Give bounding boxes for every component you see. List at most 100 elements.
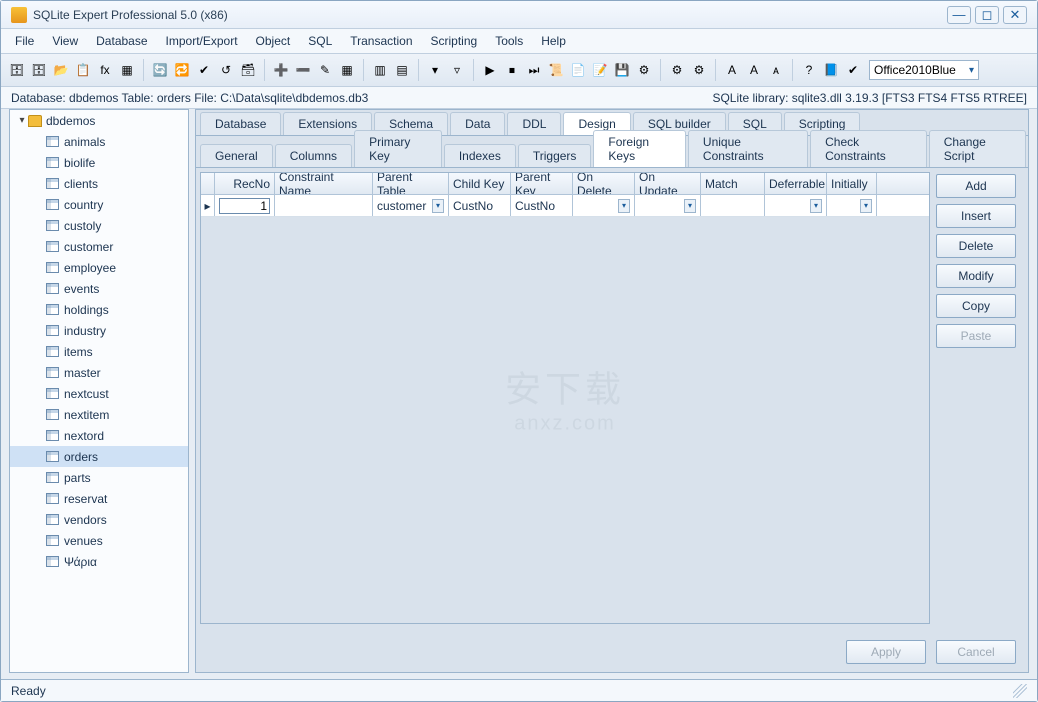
menu-file[interactable]: File (15, 34, 34, 48)
check-icon[interactable]: ✔ (843, 60, 863, 80)
font-dec-icon[interactable]: ᴀ (766, 60, 786, 80)
tree-table-nextitem[interactable]: nextitem (10, 404, 188, 425)
menu-view[interactable]: View (52, 34, 78, 48)
grid-insert-icon[interactable]: ➕ (271, 60, 291, 80)
menu-object[interactable]: Object (256, 34, 291, 48)
col-initially[interactable]: Initially (827, 173, 877, 194)
menu-sql[interactable]: SQL (308, 34, 332, 48)
subtab-unique-constraints[interactable]: Unique Constraints (688, 130, 808, 167)
menu-importexport[interactable]: Import/Export (166, 34, 238, 48)
subtab-indexes[interactable]: Indexes (444, 144, 516, 167)
cell-recno[interactable] (215, 195, 275, 216)
cell-initially[interactable]: ▾ (827, 195, 877, 216)
sidebar-tree[interactable]: ▾dbdemosanimalsbiolifeclientscountrycust… (9, 109, 189, 673)
cell-constraint-name[interactable] (275, 195, 373, 216)
theme-select[interactable]: Office2010Blue▾ (869, 60, 979, 80)
add-button[interactable]: Add (936, 174, 1016, 198)
stop-icon[interactable]: ⏹ (502, 60, 522, 80)
script-open-icon[interactable]: 📄 (568, 60, 588, 80)
tree-table-venues[interactable]: venues (10, 530, 188, 551)
copy-button[interactable]: Copy (936, 294, 1016, 318)
tree-table-customer[interactable]: customer (10, 236, 188, 257)
font-inc-icon[interactable]: A (744, 60, 764, 80)
initially-dropdown[interactable]: ▾ (860, 199, 872, 213)
script-new-icon[interactable]: 📝 (590, 60, 610, 80)
menu-database[interactable]: Database (96, 34, 147, 48)
refresh-icon[interactable]: 🔄 (150, 60, 170, 80)
tree-table-country[interactable]: country (10, 194, 188, 215)
subtab-foreign-keys[interactable]: Foreign Keys (593, 130, 685, 167)
tab-ddl[interactable]: DDL (507, 112, 561, 135)
tree-table-employee[interactable]: employee (10, 257, 188, 278)
db-open-icon[interactable]: 📂 (51, 60, 71, 80)
subtab-general[interactable]: General (200, 144, 273, 167)
cell-on-update[interactable]: ▾ (635, 195, 701, 216)
on-update-dropdown[interactable]: ▾ (684, 199, 696, 213)
table-row[interactable]: ▸ customer▾ CustNo CustNo ▾ ▾ ▾ ▾ (201, 195, 929, 217)
subtab-triggers[interactable]: Triggers (518, 144, 592, 167)
cell-deferrable[interactable]: ▾ (765, 195, 827, 216)
script-run-icon[interactable]: ⚙ (634, 60, 654, 80)
collapse-icon[interactable]: ▾ (16, 115, 28, 126)
tree-table-clients[interactable]: clients (10, 173, 188, 194)
on-delete-dropdown[interactable]: ▾ (618, 199, 630, 213)
col-remove-icon[interactable]: ▤ (392, 60, 412, 80)
subtab-columns[interactable]: Columns (275, 144, 352, 167)
tree-table-nextord[interactable]: nextord (10, 425, 188, 446)
resize-grip[interactable] (1013, 684, 1027, 698)
deferrable-dropdown[interactable]: ▾ (810, 199, 822, 213)
tree-table-items[interactable]: items (10, 341, 188, 362)
col-on-update[interactable]: On Update (635, 173, 701, 194)
grid-grid-icon[interactable]: ▦ (337, 60, 357, 80)
tree-table-industry[interactable]: industry (10, 320, 188, 341)
script-icon[interactable]: 📜 (546, 60, 566, 80)
step-icon[interactable]: ⏭ (524, 60, 544, 80)
col-constraint-name[interactable]: Constraint Name (275, 173, 373, 194)
rollback-icon[interactable]: ↺ (216, 60, 236, 80)
tree-table-vendors[interactable]: vendors (10, 509, 188, 530)
grid-edit-icon[interactable]: ✎ (315, 60, 335, 80)
close-button[interactable]: ✕ (1003, 6, 1027, 24)
fx-icon[interactable]: fx (95, 60, 115, 80)
help-icon[interactable]: ? (799, 60, 819, 80)
doc-icon[interactable]: 📘 (821, 60, 841, 80)
tree-table-ψάρια[interactable]: Ψάρια (10, 551, 188, 572)
col-parent-table[interactable]: Parent Table (373, 173, 449, 194)
menu-transaction[interactable]: Transaction (350, 34, 412, 48)
commit-icon[interactable]: ✔ (194, 60, 214, 80)
col-deferrable[interactable]: Deferrable (765, 173, 827, 194)
cell-parent-table[interactable]: customer▾ (373, 195, 449, 216)
menu-tools[interactable]: Tools (495, 34, 523, 48)
subtab-primary-key[interactable]: Primary Key (354, 130, 442, 167)
col-recno[interactable]: RecNo (215, 173, 275, 194)
tree-table-holdings[interactable]: holdings (10, 299, 188, 320)
delete-button[interactable]: Delete (936, 234, 1016, 258)
tree-table-parts[interactable]: parts (10, 467, 188, 488)
col-match[interactable]: Match (701, 173, 765, 194)
db-action-icon[interactable]: 🗃 (238, 60, 258, 80)
settings-icon[interactable]: ⚙ (667, 60, 687, 80)
parent-table-dropdown[interactable]: ▾ (432, 199, 444, 213)
tree-db-node[interactable]: ▾dbdemos (10, 110, 188, 131)
grid-delete-icon[interactable]: ➖ (293, 60, 313, 80)
tree-table-biolife[interactable]: biolife (10, 152, 188, 173)
col-child-key[interactable]: Child Key (449, 173, 511, 194)
db-copy-icon[interactable]: 📋 (73, 60, 93, 80)
cell-on-delete[interactable]: ▾ (573, 195, 635, 216)
tree-table-custoly[interactable]: custoly (10, 215, 188, 236)
sql-icon[interactable]: ▦ (117, 60, 137, 80)
modify-button[interactable]: Modify (936, 264, 1016, 288)
font-icon[interactable]: A (722, 60, 742, 80)
script-save-icon[interactable]: 💾 (612, 60, 632, 80)
menu-help[interactable]: Help (541, 34, 566, 48)
tab-data[interactable]: Data (450, 112, 505, 135)
tree-table-animals[interactable]: animals (10, 131, 188, 152)
subtab-check-constraints[interactable]: Check Constraints (810, 130, 927, 167)
tree-table-master[interactable]: master (10, 362, 188, 383)
col-add-icon[interactable]: ▥ (370, 60, 390, 80)
filter-icon[interactable]: ▾ (425, 60, 445, 80)
filter-clear-icon[interactable]: ▿ (447, 60, 467, 80)
db-remove-icon[interactable]: 🗄 (29, 60, 49, 80)
refresh-all-icon[interactable]: 🔁 (172, 60, 192, 80)
tab-database[interactable]: Database (200, 112, 281, 135)
